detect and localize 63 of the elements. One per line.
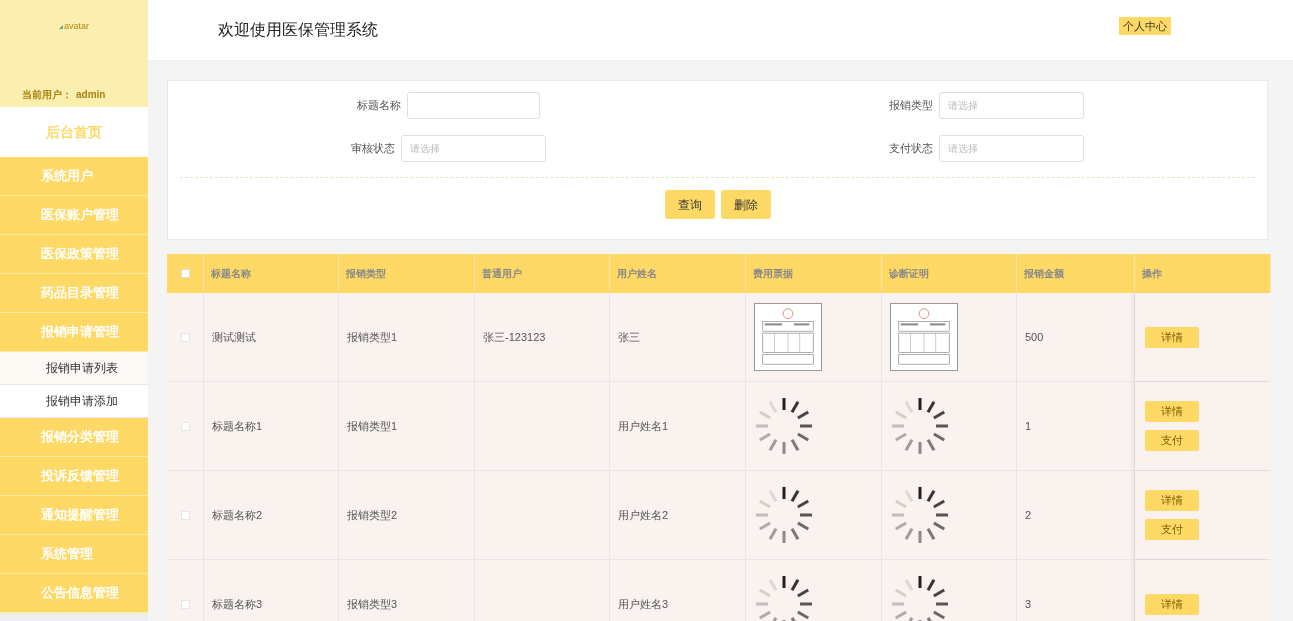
checkbox[interactable] bbox=[180, 599, 190, 609]
menu-item[interactable]: 医保政策管理 bbox=[0, 235, 148, 274]
table-cell-text: 2 bbox=[1025, 507, 1032, 523]
table-cell-text: 张三-123123 bbox=[483, 329, 546, 345]
broken-image-icon bbox=[59, 24, 63, 29]
menu-item[interactable]: 报销申请管理 bbox=[0, 313, 148, 352]
table-cell-text: 用户姓名2 bbox=[618, 507, 669, 523]
home-menu-item[interactable]: 后台首页 bbox=[0, 107, 148, 157]
page-title: 欢迎使用医保管理系统 bbox=[218, 20, 378, 40]
menu-item[interactable]: 报销分类管理 bbox=[0, 418, 148, 457]
current-user-label: 当前用户： bbox=[22, 87, 72, 102]
avatar-alt-text: avatar bbox=[64, 20, 89, 33]
loading-spinner-icon bbox=[890, 574, 950, 621]
table-cell-text: 报销类型1 bbox=[347, 329, 398, 345]
checkbox[interactable] bbox=[180, 510, 190, 520]
details-button[interactable]: 详情 bbox=[1145, 490, 1199, 511]
select-field[interactable]: 请选择 bbox=[938, 92, 1084, 119]
table-cell-text: 报销类型3 bbox=[347, 596, 398, 612]
menu-item[interactable]: 系统用户 bbox=[0, 157, 148, 196]
table-cell-text: 1 bbox=[1025, 418, 1032, 434]
filter-label: 报销类型 bbox=[888, 98, 933, 114]
table-cell-text: 用户姓名3 bbox=[618, 596, 669, 612]
pay-button[interactable]: 支付 bbox=[1145, 519, 1199, 540]
checkbox[interactable] bbox=[180, 269, 190, 278]
loading-spinner-icon bbox=[754, 574, 814, 621]
table-cell-text: 标题名称1 bbox=[212, 418, 263, 434]
table-cell-text: 测试测试 bbox=[212, 329, 256, 345]
table-cell-text: 用户姓名1 bbox=[618, 418, 669, 434]
details-button[interactable]: 详情 bbox=[1145, 401, 1199, 422]
loading-spinner-icon bbox=[754, 396, 814, 456]
select-field[interactable]: 请选择 bbox=[401, 135, 547, 162]
table-cell-text: 报销类型2 bbox=[347, 507, 398, 523]
menu-item[interactable]: 医保账户管理 bbox=[0, 196, 148, 235]
submenu-item[interactable]: 报销申请添加 bbox=[0, 385, 148, 418]
filter-label: 标题名称 bbox=[357, 98, 402, 114]
table-cell-text: 张三 bbox=[618, 329, 640, 345]
delete-button[interactable]: 删除 bbox=[720, 190, 771, 219]
checkbox[interactable] bbox=[180, 332, 190, 342]
menu-item[interactable]: 通知提醒管理 bbox=[0, 496, 148, 535]
loading-spinner-icon bbox=[890, 396, 950, 456]
loading-spinner-icon bbox=[754, 485, 814, 545]
user-center-button[interactable]: 个人中心 bbox=[1119, 16, 1171, 36]
filter-label: 支付状态 bbox=[888, 141, 933, 157]
table-cell-text: 报销类型1 bbox=[347, 418, 398, 434]
input-field[interactable] bbox=[407, 92, 541, 119]
table-cell-text: 标题名称3 bbox=[212, 596, 263, 612]
table-cell-text: 500 bbox=[1025, 329, 1044, 345]
checkbox[interactable] bbox=[180, 421, 190, 431]
menu-item[interactable]: 公告信息管理 bbox=[0, 574, 148, 613]
table-cell-text: 标题名称2 bbox=[212, 507, 263, 523]
current-user-name: admin bbox=[76, 87, 106, 102]
search-button[interactable]: 查询 bbox=[664, 190, 715, 219]
menu-item[interactable]: 投诉反馈管理 bbox=[0, 457, 148, 496]
details-button[interactable]: 详情 bbox=[1145, 326, 1199, 348]
menu-item[interactable]: 药品目录管理 bbox=[0, 274, 148, 313]
loading-spinner-icon bbox=[890, 485, 950, 545]
filter-label: 审核状态 bbox=[351, 141, 396, 157]
details-button[interactable]: 详情 bbox=[1145, 593, 1199, 615]
pay-button[interactable]: 支付 bbox=[1145, 430, 1199, 451]
submenu-item[interactable]: 报销申请列表 bbox=[0, 352, 148, 385]
table-cell-text: 3 bbox=[1025, 596, 1032, 612]
menu-item[interactable]: 系统管理 bbox=[0, 535, 148, 574]
select-field[interactable]: 请选择 bbox=[938, 135, 1084, 162]
